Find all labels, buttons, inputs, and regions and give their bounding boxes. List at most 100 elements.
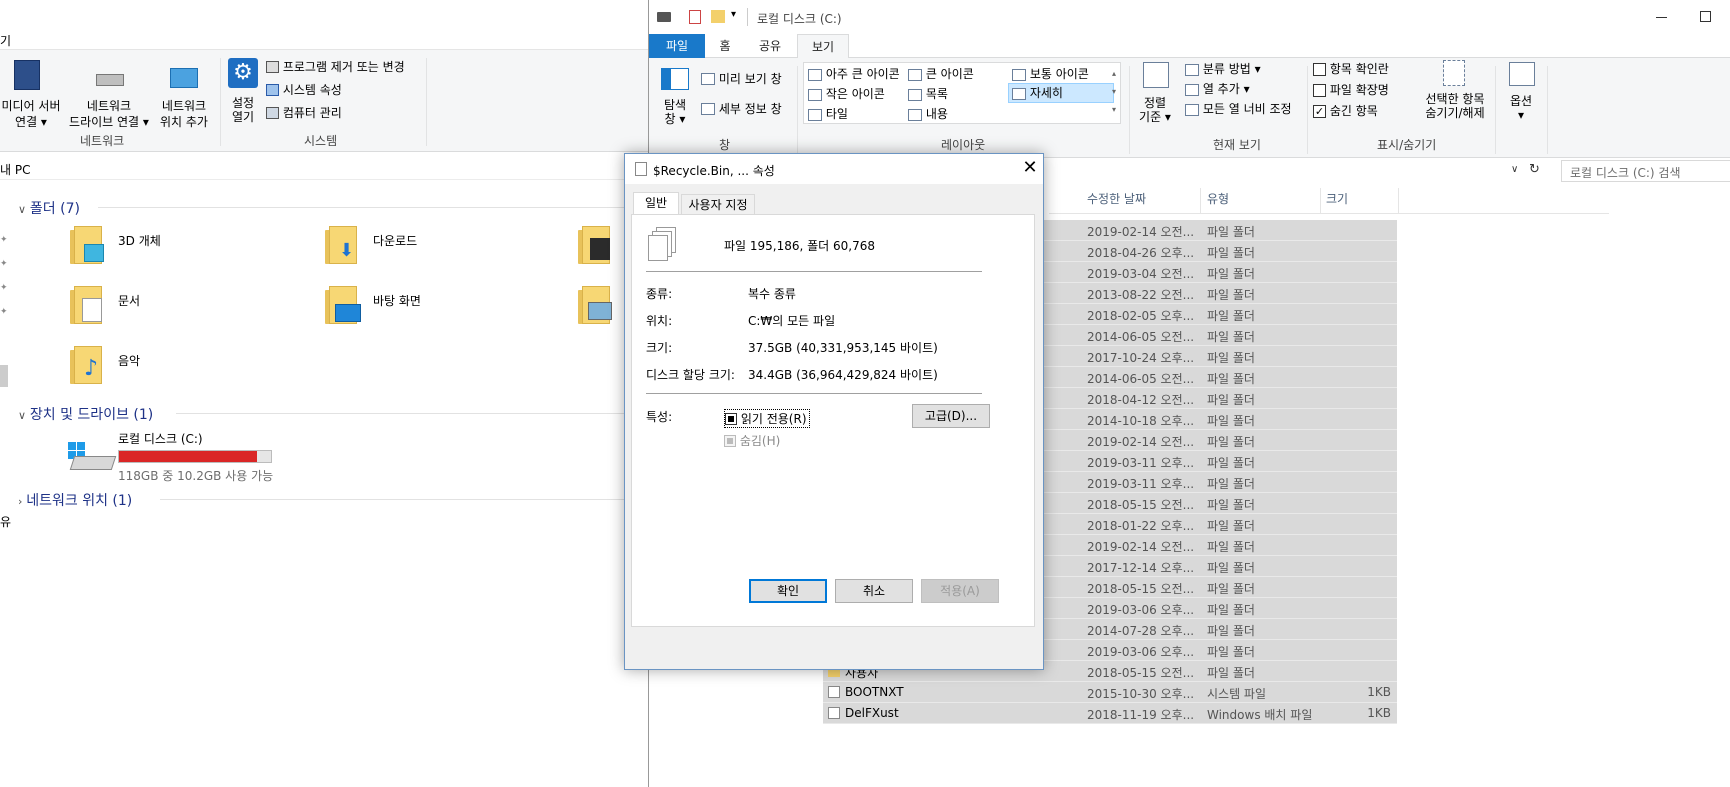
preview-pane-button[interactable]: 미리 보기 창 xyxy=(701,70,782,87)
layout-item-label: 아주 큰 아이콘 xyxy=(825,67,900,81)
column-divider xyxy=(1320,188,1321,214)
tab-file[interactable]: 파일 xyxy=(649,34,705,58)
item-checkboxes-checkbox[interactable] xyxy=(1313,63,1326,76)
layout-tiles[interactable]: 타일 xyxy=(808,105,848,122)
network-section-toggle[interactable]: › 네트워크 위치 (1) xyxy=(18,490,132,510)
search-box[interactable]: 로컬 디스크 (C:) 검색 xyxy=(1561,160,1730,182)
open-settings-button[interactable]: ⚙ 설정 열기 xyxy=(226,56,260,130)
tab-customize[interactable]: 사용자 지정 xyxy=(681,194,755,214)
layout-medium-icons[interactable]: 보통 아이콘 xyxy=(1012,65,1089,82)
type-cell: 파일 폴더 xyxy=(1207,267,1255,281)
devices-section-toggle[interactable]: ∨ 장치 및 드라이브 (1) xyxy=(18,404,153,424)
gallery-scroll-icon[interactable]: ▴ ▾ ▾ xyxy=(1112,65,1120,121)
date-cell: 2018-04-12 오전... xyxy=(1087,393,1195,407)
computer-management-button[interactable]: 컴퓨터 관리 xyxy=(266,104,342,122)
tab-view[interactable]: 보기 xyxy=(797,34,849,59)
type-cell: 파일 폴더 xyxy=(1207,372,1255,386)
group-by-button[interactable]: 분류 방법 ▾ xyxy=(1185,60,1261,77)
size-all-columns-button[interactable]: 모든 열 너비 조정 xyxy=(1185,100,1292,117)
folder-item-pictures[interactable] xyxy=(578,286,618,332)
tab-general[interactable]: 일반 xyxy=(633,192,679,215)
ribbon-separator xyxy=(220,58,221,146)
folder-item-downloads[interactable]: ⬇ 다운로드 xyxy=(325,226,505,272)
folder-item-music[interactable]: ♪ 음악 xyxy=(70,346,250,392)
navigation-pane-button[interactable]: 탐색 창 ▾ xyxy=(657,68,693,134)
layout-list[interactable]: 목록 xyxy=(908,85,948,102)
date-cell: 2019-02-14 오전... xyxy=(1087,540,1195,554)
column-header-type[interactable]: 유형 xyxy=(1207,190,1229,207)
cancel-button[interactable]: 취소 xyxy=(835,579,913,603)
ok-button[interactable]: 확인 xyxy=(749,579,827,603)
refresh-icon[interactable]: ↻ xyxy=(1529,162,1545,180)
folder-item-desktop[interactable]: 바탕 화면 xyxy=(325,286,505,332)
layout-details[interactable]: 자세히 xyxy=(1008,83,1114,103)
map-drive-button[interactable]: 네트워크 드라이브 연결 ▾ xyxy=(66,58,152,130)
advanced-button[interactable]: 고급(D)... xyxy=(912,404,990,428)
folder-item-videos[interactable] xyxy=(578,226,618,272)
layout-item-label: 작은 아이콘 xyxy=(825,87,885,101)
layout-content[interactable]: 내용 xyxy=(908,105,948,122)
customize-quick-access-icon[interactable]: ▾ xyxy=(731,9,736,20)
readonly-toggle[interactable]: 읽기 전용(R) xyxy=(724,409,810,428)
left-address-bar[interactable]: 내 PC xyxy=(0,158,650,180)
file-extensions-checkbox[interactable] xyxy=(1313,84,1326,97)
layout-large-icons[interactable]: 큰 아이콘 xyxy=(908,65,974,82)
column-header-size[interactable]: 크기 xyxy=(1326,190,1348,207)
tab-home[interactable]: 홈 xyxy=(707,34,743,58)
size-on-disk-value: 34.4GB (36,964,429,824 바이트) xyxy=(748,368,938,382)
options-button[interactable]: 옵션 ▾ xyxy=(1501,62,1541,134)
column-header-date[interactable]: 수정한 날짜 xyxy=(1087,190,1146,207)
minimize-icon[interactable] xyxy=(1656,17,1667,18)
layout-small-icons[interactable]: 작은 아이콘 xyxy=(808,85,885,102)
details-pane-button[interactable]: 세부 정보 창 xyxy=(701,100,782,117)
open-settings-label: 설정 열기 xyxy=(231,96,255,124)
folder-item-documents[interactable]: 문서 xyxy=(70,286,250,332)
right-ribbon: 탐색 창 ▾ 미리 보기 창 세부 정보 창 창 아주 큰 아이콘 큰 아이콘 … xyxy=(649,58,1730,158)
folder-item-3d-objects[interactable]: 3D 개체 xyxy=(70,226,250,272)
layout-extra-large-icons[interactable]: 아주 큰 아이콘 xyxy=(808,65,900,82)
hidden-items-checkbox[interactable]: ✓ xyxy=(1313,105,1326,118)
date-cell: 2013-08-22 오전... xyxy=(1087,288,1195,302)
sort-by-button[interactable]: 정렬 기준 ▾ xyxy=(1135,62,1175,134)
readonly-checkbox[interactable] xyxy=(725,412,737,425)
table-row[interactable]: BOOTNXT 2015-10-30 오후... 시스템 파일 1KB xyxy=(823,682,1397,703)
dialog-divider xyxy=(646,393,982,394)
media-server-button[interactable]: 미디어 서버 연결 ▾ xyxy=(0,58,62,130)
pin-icon: ✦ xyxy=(0,235,8,245)
hide-selected-button[interactable]: 선택한 항목 숨기기/해제 xyxy=(1419,60,1491,134)
item-checkboxes-toggle[interactable]: 항목 확인란 xyxy=(1313,60,1389,77)
new-folder-quick-icon[interactable] xyxy=(711,10,725,23)
address-dropdown-icon[interactable]: ∨ xyxy=(1511,164,1525,180)
drive-usage-bar xyxy=(118,450,272,463)
add-network-location-button[interactable]: 네트워크 위치 추가 xyxy=(152,58,216,130)
extra-large-icons-icon xyxy=(808,68,822,81)
type-cell: 파일 폴더 xyxy=(1207,414,1255,428)
hidden-items-toggle[interactable]: ✓ 숨긴 항목 xyxy=(1313,102,1378,119)
drive-usage-fill xyxy=(119,451,258,462)
system-properties-button[interactable]: 시스템 속성 xyxy=(266,81,342,99)
options-icon xyxy=(1509,62,1535,86)
folders-section-toggle[interactable]: ∨ 폴더 (7) xyxy=(18,198,80,218)
apply-button[interactable]: 적용(A) xyxy=(921,579,999,603)
tab-share[interactable]: 공유 xyxy=(747,34,793,58)
properties-quick-icon[interactable] xyxy=(689,10,701,24)
media-server-icon xyxy=(14,60,40,90)
readonly-label: 읽기 전용(R) xyxy=(740,412,807,426)
table-row[interactable]: DelFXust 2018-11-19 오후... Windows 배치 파일 1KB xyxy=(823,703,1397,724)
file-extensions-toggle[interactable]: 파일 확장명 xyxy=(1313,81,1389,98)
network-drive-icon xyxy=(96,74,124,86)
uninstall-program-button[interactable]: 프로그램 제거 또는 변경 xyxy=(266,58,405,76)
maximize-icon[interactable] xyxy=(1700,11,1711,22)
type-cell: 파일 폴더 xyxy=(1207,666,1255,680)
drive-item-c[interactable]: 로컬 디스크 (C:) 118GB 중 10.2GB 사용 가능 xyxy=(66,430,286,483)
nav-fragment-text: 유 xyxy=(0,515,12,529)
close-icon[interactable]: ✕ xyxy=(1019,156,1041,180)
add-columns-button[interactable]: 열 추가 ▾ xyxy=(1185,80,1250,97)
devices-section-header: 장치 및 드라이브 (1) xyxy=(29,407,154,423)
hidden-label: 숨김(H) xyxy=(739,434,781,448)
left-address-text: 내 PC xyxy=(0,163,31,177)
medium-icons-icon xyxy=(1012,68,1026,81)
sort-by-label: 정렬 기준 ▾ xyxy=(1139,96,1171,124)
date-cell: 2018-01-22 오후... xyxy=(1087,519,1195,533)
type-cell: 파일 폴더 xyxy=(1207,435,1255,449)
